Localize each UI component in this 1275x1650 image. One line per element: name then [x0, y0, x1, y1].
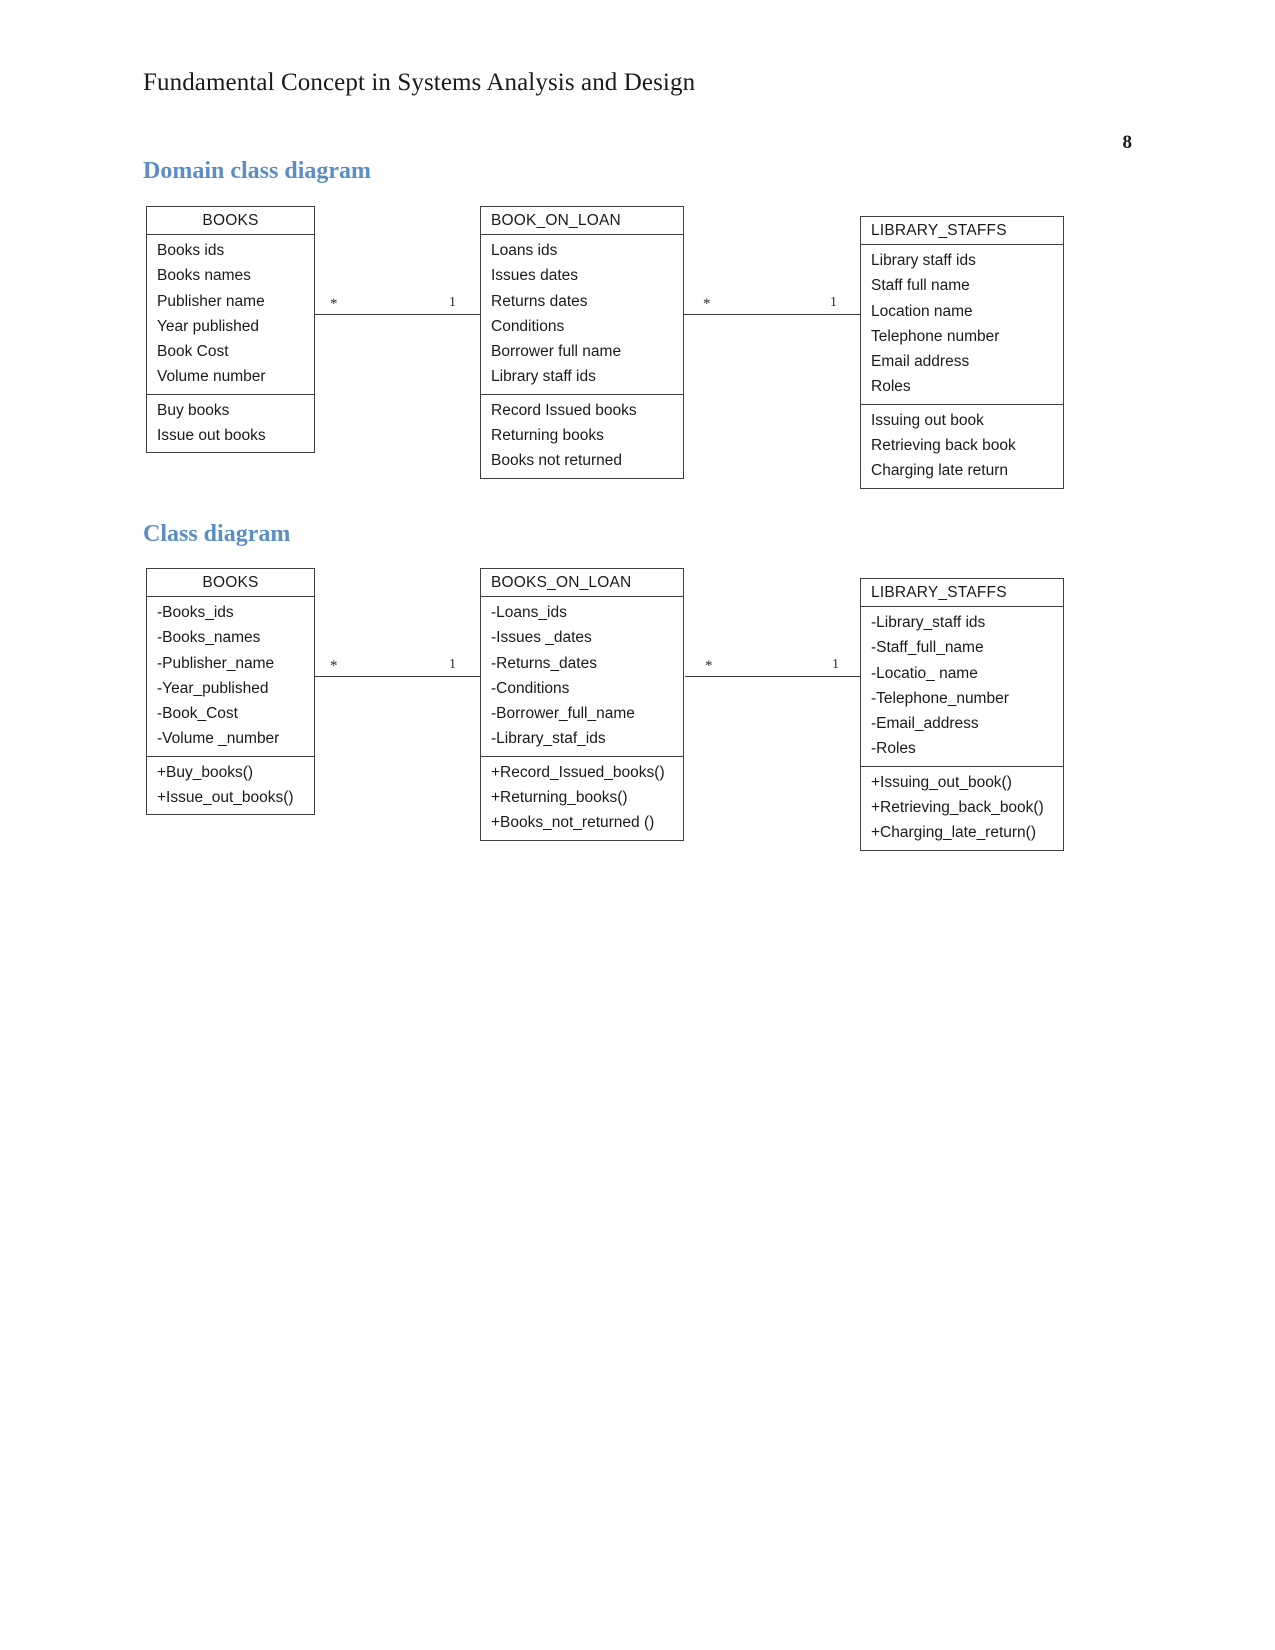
uml-attribute: Staff full name: [871, 277, 970, 295]
association-multiplicity-source-1: *: [330, 296, 338, 312]
uml-class-book-on-loan-domain[interactable]: BOOK_ON_LOAN Loans ids Issues dates Retu…: [480, 206, 684, 479]
uml-attribute: Roles: [871, 378, 911, 396]
uml-attribute: -Books_ids: [157, 604, 234, 621]
uml-attribute: Email address: [871, 353, 970, 371]
uml-operation: Retrieving back book: [871, 437, 1016, 455]
uml-attribute: Publisher name: [157, 292, 265, 310]
uml-attribute: -Volume _number: [157, 730, 280, 748]
uml-operation: +Issue_out_books(): [157, 789, 294, 807]
uml-attribute: Books names: [157, 267, 251, 285]
uml-operation: +Returning_books(): [491, 789, 628, 807]
uml-attribute: -Books_names: [157, 629, 261, 647]
class-diagram: * 1 * 1 BOOKS -Books_ids -Books_names -P…: [0, 563, 1275, 851]
uml-operation: Record Issued books: [491, 401, 637, 419]
uml-operation: Issue out books: [157, 427, 266, 445]
uml-class-library-staffs-domain[interactable]: LIBRARY_STAFFS Library staff ids Staff f…: [860, 216, 1064, 489]
uml-attribute: Issues dates: [491, 267, 579, 285]
association-line-books-to-books-on-loan: [315, 676, 480, 677]
document-header: Fundamental Concept in Systems Analysis …: [143, 68, 1132, 153]
uml-attribute: -Borrower_full_name: [491, 705, 635, 723]
uml-attributes-compartment: -Library_staff ids -Staff_full_name -Loc…: [861, 607, 1063, 767]
uml-operation: Returning books: [491, 427, 604, 445]
uml-class-name: BOOK_ON_LOAN: [481, 207, 683, 235]
uml-attribute: -Staff_full_name: [871, 639, 984, 657]
uml-attribute: Books ids: [157, 242, 225, 259]
uml-attribute: -Roles: [871, 740, 916, 758]
uml-attribute: -Conditions: [491, 679, 570, 697]
uml-operations-compartment: Buy books Issue out books: [147, 395, 314, 453]
uml-attribute: Loans ids: [491, 242, 558, 259]
uml-attribute: Returns dates: [491, 292, 588, 310]
uml-attributes-compartment: Books ids Books names Publisher name Yea…: [147, 235, 314, 395]
uml-operations-compartment: +Record_Issued_books() +Returning_books(…: [481, 757, 683, 840]
uml-operation: Books not returned: [491, 452, 622, 470]
association-multiplicity-target-2: 1: [830, 295, 837, 310]
uml-class-name: BOOKS_ON_LOAN: [481, 569, 683, 597]
uml-attribute: -Publisher_name: [157, 654, 275, 672]
uml-attribute: Conditions: [491, 317, 565, 335]
association-multiplicity-target-1: 1: [449, 657, 456, 672]
uml-attributes-compartment: Loans ids Issues dates Returns dates Con…: [481, 235, 683, 395]
uml-class-name: LIBRARY_STAFFS: [861, 579, 1063, 607]
uml-attribute: -Email_address: [871, 715, 979, 733]
uml-operations-compartment: Issuing out book Retrieving back book Ch…: [861, 405, 1063, 488]
uml-operations-compartment: +Issuing_out_book() +Retrieving_back_boo…: [861, 767, 1063, 850]
uml-attributes-compartment: -Loans_ids -Issues _dates -Returns_dates…: [481, 597, 683, 757]
association-line-book-on-loan-to-library-staffs: [684, 314, 860, 315]
uml-class-library-staffs[interactable]: LIBRARY_STAFFS -Library_staff ids -Staff…: [860, 578, 1064, 851]
domain-class-diagram: * 1 * 1 BOOKS Books ids Books names Publ…: [0, 200, 1275, 490]
association-multiplicity-source-1: *: [330, 658, 338, 674]
uml-class-books[interactable]: BOOKS -Books_ids -Books_names -Publisher…: [146, 568, 315, 816]
association-line-books-to-book-on-loan: [315, 314, 480, 315]
uml-operation: Issuing out book: [871, 411, 984, 429]
uml-operation: +Buy_books(): [157, 763, 254, 781]
association-line-books-on-loan-to-library-staffs: [685, 676, 861, 677]
section-heading-class-diagram: Class diagram: [143, 521, 291, 547]
uml-operation: +Issuing_out_book(): [871, 773, 1012, 791]
association-multiplicity-source-2: *: [705, 658, 713, 674]
association-multiplicity-target-1: 1: [449, 295, 456, 310]
uml-attribute: -Returns_dates: [491, 654, 597, 672]
uml-attribute: Location name: [871, 302, 973, 320]
document-header-title: Fundamental Concept in Systems Analysis …: [143, 69, 696, 96]
uml-class-name: LIBRARY_STAFFS: [861, 217, 1063, 245]
page-number: 8: [1122, 132, 1133, 153]
uml-attribute: -Library_staf_ids: [491, 730, 606, 748]
uml-attribute: -Year_published: [157, 679, 269, 697]
uml-attribute: Telephone number: [871, 327, 1000, 345]
uml-attribute: -Book_Cost: [157, 705, 238, 723]
uml-operation: +Books_not_returned (): [491, 814, 655, 832]
uml-operation: +Charging_late_return(): [871, 824, 1036, 842]
uml-attribute: Library staff ids: [871, 252, 976, 269]
uml-class-name: BOOKS: [147, 207, 314, 235]
uml-attribute: Library staff ids: [491, 368, 596, 386]
uml-operation: +Retrieving_back_book(): [871, 799, 1044, 817]
uml-attribute: -Telephone_number: [871, 689, 1009, 707]
uml-class-books-on-loan[interactable]: BOOKS_ON_LOAN -Loans_ids -Issues _dates …: [480, 568, 684, 841]
uml-operation: Buy books: [157, 401, 230, 419]
uml-class-books-domain[interactable]: BOOKS Books ids Books names Publisher na…: [146, 206, 315, 454]
uml-attribute: -Library_staff ids: [871, 614, 986, 631]
association-multiplicity-target-2: 1: [832, 657, 839, 672]
uml-attribute: Year published: [157, 317, 259, 335]
uml-attributes-compartment: Library staff ids Staff full name Locati…: [861, 245, 1063, 405]
uml-operation: Charging late return: [871, 462, 1008, 480]
association-multiplicity-source-2: *: [703, 296, 711, 312]
uml-attributes-compartment: -Books_ids -Books_names -Publisher_name …: [147, 597, 314, 757]
uml-attribute: Book Cost: [157, 343, 229, 361]
uml-attribute: -Loans_ids: [491, 604, 567, 621]
uml-attribute: Borrower full name: [491, 343, 622, 361]
uml-operations-compartment: Record Issued books Returning books Book…: [481, 395, 683, 478]
section-heading-domain-class-diagram: Domain class diagram: [143, 158, 371, 184]
uml-attribute: -Locatio_ name: [871, 664, 978, 682]
uml-operations-compartment: +Buy_books() +Issue_out_books(): [147, 757, 314, 815]
uml-operation: +Record_Issued_books(): [491, 763, 665, 781]
uml-attribute: Volume number: [157, 368, 266, 386]
uml-attribute: -Issues _dates: [491, 629, 592, 647]
uml-class-name: BOOKS: [147, 569, 314, 597]
